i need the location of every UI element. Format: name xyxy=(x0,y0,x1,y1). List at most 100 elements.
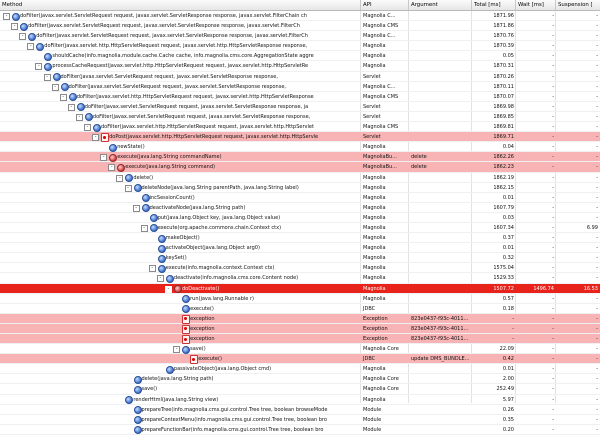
table-row[interactable]: - doFilter(javax.servlet.ServletRequest r… xyxy=(0,82,600,92)
collapse-toggle-icon[interactable]: - xyxy=(43,73,51,81)
method-signature: doFilter(javax.servlet.ServletRequest re… xyxy=(60,73,278,80)
total-cell: 1607.79 xyxy=(493,204,514,211)
table-row[interactable]: - doPost(javax.servlet.http.HttpServletRe… xyxy=(0,132,600,143)
method-icon xyxy=(157,244,166,253)
method-icon xyxy=(149,224,158,233)
wait-cell: - xyxy=(552,154,554,161)
collapse-toggle-icon[interactable]: - xyxy=(75,113,83,121)
table-row[interactable]: delete(java.lang.String path) Magnolia Co… xyxy=(0,374,600,385)
table-row[interactable]: - doFilter(javax.servlet.http.HttpServlet… xyxy=(0,92,600,102)
total-cell: 1870.11 xyxy=(493,83,514,90)
collapse-toggle-icon[interactable]: - xyxy=(3,13,10,20)
table-row[interactable]: prepareContextMenu(info.magnolia.cms.gui… xyxy=(0,415,600,425)
table-row[interactable]: exception Exception 823e0437-f93c-4011... -… xyxy=(0,323,600,334)
table-row[interactable]: - deleteNode(java.lang.String parentPath,… xyxy=(0,183,600,193)
table-row[interactable]: passivateObject(java.lang.Object cmd) Mag… xyxy=(0,364,600,375)
table-row[interactable]: execute() JDBC update DMS_BUNDLE... 0.42 - - xyxy=(0,354,600,365)
collapse-toggle-icon[interactable]: - xyxy=(67,103,75,111)
table-row[interactable]: - save() Magnolia Core 22.09 - - xyxy=(0,344,600,355)
table-row[interactable]: shouldCache(info.magnolia.module.cache.C… xyxy=(0,51,600,62)
argument-cell: delete xyxy=(411,154,427,161)
collapse-toggle-icon[interactable]: - xyxy=(140,224,148,232)
header-argument[interactable]: Argument xyxy=(409,0,472,10)
table-row[interactable]: - deactivate(info.magnolia.cms.core.Conte… xyxy=(0,273,600,284)
table-row[interactable]: - execute(java.lang.String commandName) Ma… xyxy=(0,152,600,163)
method-signature: prepareFunctionBar(info.magnolia.cms.gui… xyxy=(141,426,324,433)
collapse-toggle-icon[interactable]: - xyxy=(173,346,181,354)
table-row[interactable]: prepareTree(info.magnolia.cms.gui.contro… xyxy=(0,405,600,415)
collapse-toggle-icon[interactable]: - xyxy=(51,83,59,91)
method-signature: put(java.lang.Object key, java.lang.Obje… xyxy=(157,214,281,221)
total-cell: 0.05 xyxy=(502,53,514,60)
table-row[interactable]: - execute(java.lang.String command) Magnol… xyxy=(0,162,600,173)
api-cell: Exception xyxy=(363,315,388,322)
table-row[interactable]: exception Exception 823e0437-f93c-4011... -… xyxy=(0,313,600,324)
collapse-toggle-icon[interactable]: - xyxy=(59,93,67,101)
header-suspension[interactable]: Suspension [ xyxy=(556,0,600,10)
method-icon xyxy=(133,385,142,394)
table-row[interactable]: prepareFunctionBar(info.magnolia.cms.gui… xyxy=(0,425,600,435)
table-row[interactable]: newState() Magnolia 0.04 - - xyxy=(0,142,600,153)
header-total[interactable]: Total [ms]▼ xyxy=(472,0,516,10)
table-row[interactable]: incSessionCount() Magnolia 0.01 - - xyxy=(0,193,600,203)
table-row[interactable]: - doFilter(javax.servlet.ServletRequest r… xyxy=(0,112,600,123)
table-row[interactable]: keySet() Magnolia 0.32 - - xyxy=(0,253,600,264)
total-cell: 0.20 xyxy=(502,426,514,433)
suspension-cell: - xyxy=(596,235,598,242)
total-cell: 2.00 xyxy=(502,376,514,383)
argument-cell xyxy=(409,213,472,223)
collapse-toggle-icon[interactable]: - xyxy=(27,43,35,51)
table-row[interactable]: renderHtml(java.lang.String view) Magnoli… xyxy=(0,395,600,405)
collapse-toggle-icon[interactable]: - xyxy=(165,285,172,293)
collapse-toggle-icon[interactable]: - xyxy=(116,174,124,182)
collapse-toggle-icon[interactable]: - xyxy=(19,33,27,41)
table-row[interactable]: - doFilter(javax.servlet.ServletRequest r… xyxy=(0,21,600,32)
table-row[interactable]: execute() JDBC 0.18 - - xyxy=(0,304,600,314)
table-row[interactable]: - doFilter(javax.servlet.ServletRequest r… xyxy=(0,72,600,82)
method-cell: - doFilter(javax.servlet.ServletRequest r… xyxy=(0,11,360,21)
collapse-toggle-icon[interactable]: - xyxy=(35,63,43,71)
table-row[interactable]: - delete() Magnolia 1862.19 - - xyxy=(0,173,600,183)
table-row[interactable]: - processCacheRequest(javax.servlet.http.… xyxy=(0,61,600,72)
collapse-toggle-icon[interactable]: - xyxy=(92,134,100,142)
method-cell: newState() xyxy=(0,142,360,152)
table-row[interactable]: makeObject() Magnolia 0.37 - - xyxy=(0,233,600,244)
table-row[interactable]: - doFilter(javax.servlet.ServletRequest r… xyxy=(0,31,600,42)
table-row[interactable]: save() Magnolia Core 252.49 - - xyxy=(0,384,600,395)
table-row[interactable]: - doFilter(javax.servlet.ServletRequest r… xyxy=(0,102,600,112)
method-cell: makeObject() xyxy=(0,233,360,243)
header-api[interactable]: API xyxy=(361,0,409,10)
table-row[interactable]: put(java.lang.Object key, java.lang.Obje… xyxy=(0,213,600,223)
collapse-toggle-icon[interactable]: - xyxy=(100,154,108,162)
table-row[interactable]: - doFilter(javax.servlet.http.HttpServlet… xyxy=(0,41,600,52)
collapse-toggle-icon[interactable]: - xyxy=(124,184,132,192)
table-row[interactable]: exception Exception 823e0437-f93c-4011... -… xyxy=(0,334,600,345)
method-cell: - doFilter(javax.servlet.ServletRequest r… xyxy=(0,21,360,31)
argument-cell xyxy=(409,425,472,435)
call-tree-rows: - doFilter(javax.servlet.ServletRequest r… xyxy=(0,11,600,435)
collapse-toggle-icon[interactable]: - xyxy=(132,204,140,212)
table-row[interactable]: - execute(org.apache.commons.chain.Contex… xyxy=(0,223,600,234)
table-row[interactable]: run(java.lang.Runnable r) Magnolia 0.57 - - xyxy=(0,294,600,304)
collapse-toggle-icon[interactable]: - xyxy=(108,164,116,172)
method-signature: doFilter(javax.servlet.ServletRequest re… xyxy=(36,33,308,40)
table-row[interactable]: - deactivateNode(java.lang.String path) Ma… xyxy=(0,203,600,213)
header-wait[interactable]: Wait [ms] xyxy=(516,0,556,10)
table-row[interactable]: - execute(info.magnolia.context.Context c… xyxy=(0,263,600,274)
table-row[interactable]: - doDeactivate() Magnolia 1507.72 1496.74 16.… xyxy=(0,283,600,294)
method-icon xyxy=(165,365,174,374)
wait-cell: - xyxy=(552,406,554,413)
table-row[interactable]: - doFilter(javax.servlet.http.HttpServlet… xyxy=(0,122,600,133)
argument-cell xyxy=(409,173,472,183)
table-row[interactable]: - doFilter(javax.servlet.ServletRequest r… xyxy=(0,11,600,22)
collapse-toggle-icon[interactable]: - xyxy=(156,275,164,283)
wait-cell: - xyxy=(552,224,554,231)
collapse-toggle-icon[interactable]: - xyxy=(84,124,91,132)
suspension-cell: - xyxy=(596,396,598,403)
collapse-toggle-icon[interactable]: - xyxy=(148,265,156,273)
header-method[interactable]: Method xyxy=(0,0,361,10)
collapse-toggle-icon[interactable]: - xyxy=(11,23,19,31)
total-cell: 0.57 xyxy=(502,295,514,302)
table-row[interactable]: activateObject(java.lang.Object arg0) Mag… xyxy=(0,243,600,254)
wait-cell: - xyxy=(552,53,554,60)
